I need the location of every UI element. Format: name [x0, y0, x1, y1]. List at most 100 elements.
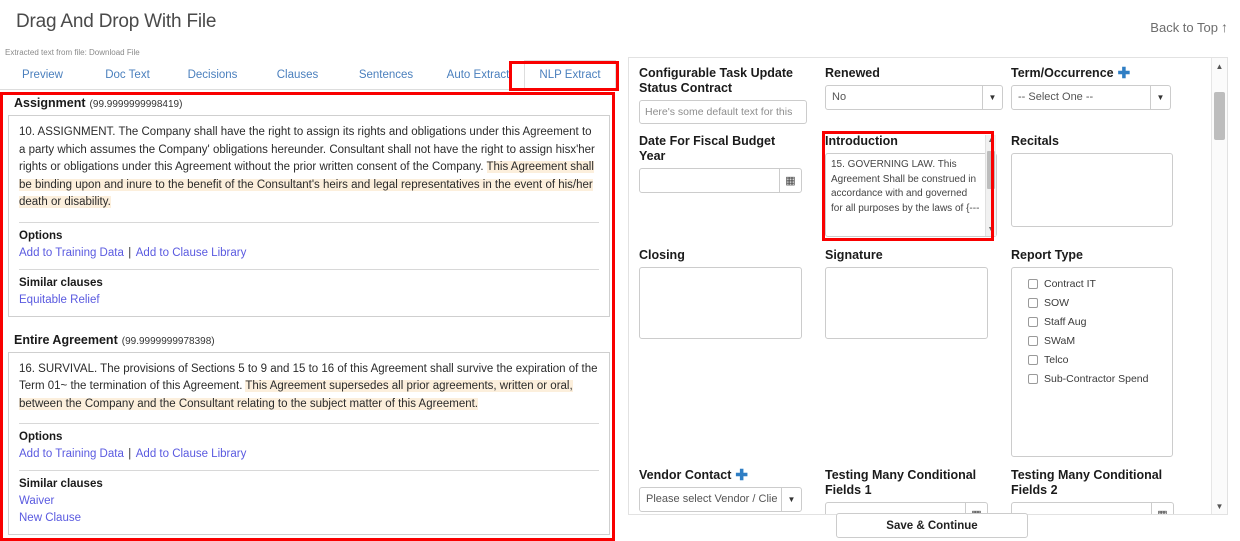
clause-options-section: Options Add to Training Data | Add to Cl…: [9, 424, 609, 470]
calendar-icon[interactable]: ▦: [779, 168, 801, 193]
clause-score: (99.9999999978398): [121, 335, 215, 347]
tab-doc-text[interactable]: Doc Text: [85, 60, 170, 89]
checkbox-icon[interactable]: [1028, 316, 1038, 327]
configurable-task-input[interactable]: Here's some default text for this: [639, 100, 807, 124]
renewed-select[interactable]: No ▼: [825, 85, 1003, 110]
scrollbar-thumb[interactable]: [987, 151, 995, 189]
field-term-occurrence: Term/Occurrence ✚ -- Select One -- ▼: [1011, 66, 1171, 110]
options-title: Options: [19, 431, 63, 443]
vendor-contact-label: Vendor Contact: [639, 468, 732, 482]
field-label: Term/Occurrence ✚: [1011, 66, 1171, 81]
add-icon[interactable]: ✚: [1118, 65, 1131, 82]
checkbox-row-sow[interactable]: SOW: [1020, 293, 1164, 312]
term-occurrence-select[interactable]: -- Select One -- ▼: [1011, 85, 1171, 110]
clause-text: 10. ASSIGNMENT. The Company shall have t…: [9, 116, 609, 222]
form-panel-scrollbar[interactable]: ▲ ▼: [1211, 58, 1227, 514]
clause-text: 16. SURVIVAL. The provisions of Sections…: [9, 353, 609, 424]
tab-sentences[interactable]: Sentences: [340, 60, 432, 89]
checkbox-label: SOW: [1044, 296, 1070, 309]
clause-name: Assignment: [14, 96, 86, 110]
checkbox-row-telco[interactable]: Telco: [1020, 350, 1164, 369]
tab-label: Sentences: [358, 68, 414, 81]
field-label: Recitals: [1011, 134, 1059, 148]
field-closing: Closing: [639, 248, 802, 339]
scroll-up-icon[interactable]: ▲: [1212, 58, 1227, 74]
tab-auto-extract[interactable]: Auto Extract: [432, 60, 524, 89]
link-separator: |: [128, 246, 132, 259]
introduction-scrollbar[interactable]: ▲ ▼: [985, 135, 996, 236]
tab-preview[interactable]: Preview: [0, 60, 85, 89]
add-to-clause-library-link[interactable]: Add to Clause Library: [136, 247, 247, 259]
add-icon[interactable]: ✚: [735, 467, 748, 484]
add-to-training-data-link[interactable]: Add to Training Data: [19, 247, 124, 259]
contract-form-panel: Configurable Task Update Status Contract…: [628, 57, 1228, 515]
scroll-down-icon[interactable]: ▼: [1212, 498, 1227, 514]
checkbox-row-contract-it[interactable]: Contract IT: [1020, 274, 1164, 293]
tab-clauses[interactable]: Clauses: [255, 60, 340, 89]
field-testing-many-conditional-fields-1: Testing Many Conditional Fields 1 ▦: [825, 468, 988, 514]
checkbox-label: Telco: [1044, 353, 1069, 366]
field-vendor-contact: Vendor Contact ✚ Please select Vendor / C…: [639, 468, 802, 512]
field-renewed: Renewed No ▼: [825, 66, 1003, 110]
scroll-down-icon[interactable]: ▼: [986, 224, 996, 236]
field-label: Date For Fiscal Budget Year: [639, 134, 776, 163]
checkbox-row-sub-contractor-spend[interactable]: Sub-Contractor Spend: [1020, 369, 1164, 388]
calendar-icon[interactable]: ▦: [1151, 502, 1173, 514]
options-links: Add to Training Data | Add to Clause Lib…: [19, 244, 599, 261]
recitals-textarea[interactable]: [1011, 153, 1173, 227]
signature-textarea[interactable]: [825, 267, 988, 339]
add-to-training-data-link[interactable]: Add to Training Data: [19, 448, 124, 460]
add-to-clause-library-link[interactable]: Add to Clause Library: [136, 448, 247, 460]
introduction-text: 15. GOVERNING LAW. This Agreement Shall …: [831, 159, 980, 214]
similar-clause-link[interactable]: Waiver: [19, 495, 54, 507]
similar-clauses-section: Similar clauses Equitable Relief: [9, 270, 609, 316]
checkbox-icon[interactable]: [1028, 373, 1038, 384]
similar-clause-item[interactable]: Equitable Relief: [19, 291, 599, 308]
checkbox-icon[interactable]: [1028, 335, 1038, 346]
field-label: Testing Many Conditional Fields 1: [825, 468, 977, 497]
field-label: Introduction: [825, 134, 898, 148]
similar-clause-link[interactable]: Equitable Relief: [19, 294, 100, 306]
chevron-down-icon: ▼: [982, 86, 1002, 109]
tab-decisions[interactable]: Decisions: [170, 60, 255, 89]
arrow-up-icon: ↑: [1221, 19, 1228, 35]
checkbox-row-swam[interactable]: SWaM: [1020, 331, 1164, 350]
scroll-up-icon[interactable]: ▲: [986, 135, 996, 147]
renewed-value: No: [832, 91, 847, 103]
checkbox-row-staff-aug[interactable]: Staff Aug: [1020, 312, 1164, 331]
testing-2-input[interactable]: ▦: [1011, 502, 1174, 514]
similar-clause-item[interactable]: Waiver: [19, 492, 599, 509]
similar-clause-link[interactable]: New Clause: [19, 512, 81, 524]
save-and-continue-button[interactable]: Save & Continue: [836, 513, 1028, 538]
closing-text: [640, 268, 801, 338]
checkbox-icon[interactable]: [1028, 278, 1038, 289]
field-signature: Signature: [825, 248, 988, 339]
field-label: Renewed: [825, 66, 880, 80]
tab-bar: Preview Doc Text Decisions Clauses Sente…: [0, 60, 618, 90]
back-to-top-link[interactable]: Back to Top ↑: [1150, 19, 1228, 35]
tab-label: Auto Extract: [446, 68, 510, 81]
introduction-textarea[interactable]: 15. GOVERNING LAW. This Agreement Shall …: [825, 135, 997, 237]
term-occurrence-label: Term/Occurrence: [1011, 66, 1114, 80]
chevron-down-icon: ▼: [781, 488, 801, 511]
similar-clause-item[interactable]: New Clause: [19, 509, 599, 526]
clause-score: (99.9999999998419): [89, 99, 183, 110]
checkbox-label: Staff Aug: [1044, 315, 1087, 328]
checkbox-icon[interactable]: [1028, 297, 1038, 308]
similar-clauses-section: Similar clauses Waiver New Clause: [9, 471, 609, 534]
clause-name: Entire Agreement: [14, 332, 118, 347]
tab-nlp-extract[interactable]: NLP Extract: [524, 60, 616, 90]
tab-label: Preview: [22, 68, 63, 81]
closing-textarea[interactable]: [639, 267, 802, 339]
checkbox-icon[interactable]: [1028, 354, 1038, 365]
chevron-down-icon: ▼: [1150, 86, 1170, 109]
back-to-top-label: Back to Top: [1150, 20, 1218, 35]
field-configurable-task-update-status-contract: Configurable Task Update Status Contract…: [639, 66, 807, 124]
tab-label: Clauses: [276, 68, 319, 81]
vendor-contact-select[interactable]: Please select Vendor / Clie ▼: [639, 487, 802, 512]
nlp-extract-panel: Preview Doc Text Decisions Clauses Sente…: [0, 60, 618, 541]
clause-block: Assignment (99.9999999998419) 10. ASSIGNM…: [0, 90, 618, 317]
form-fields-container: Configurable Task Update Status Contract…: [629, 58, 1211, 514]
date-fiscal-input[interactable]: ▦: [639, 168, 802, 193]
scrollbar-thumb[interactable]: [1214, 92, 1225, 140]
